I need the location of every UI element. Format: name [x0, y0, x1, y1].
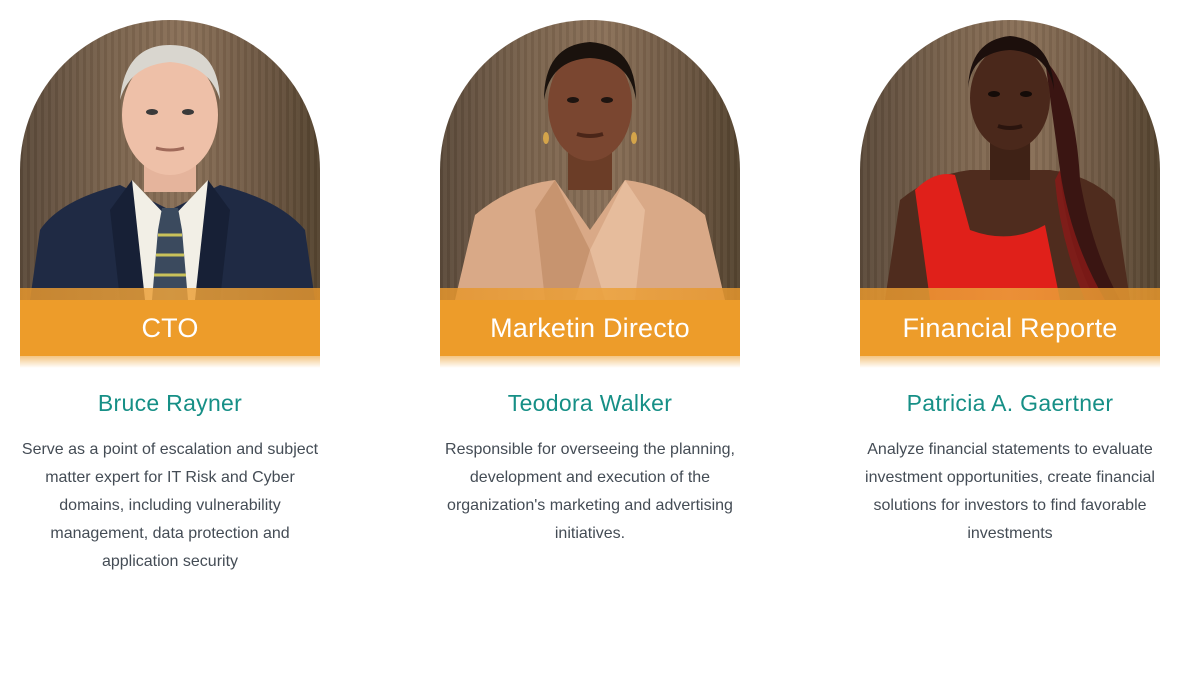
role-title: Marketin Directo: [440, 300, 740, 356]
role-title: Financial Reporte: [860, 300, 1160, 356]
person-name: Patricia A. Gaertner: [906, 390, 1114, 416]
role-banner: Marketin Directo: [440, 288, 740, 368]
portrait-photo: [20, 20, 320, 300]
person-bio: Serve as a point of escalation and subje…: [21, 441, 319, 570]
team-card-cto: CTO Bruce Rayner Serve as a point of esc…: [20, 20, 320, 570]
person-name: Teodora Walker: [507, 390, 673, 416]
role-title: CTO: [20, 300, 320, 356]
role-banner: CTO: [20, 288, 320, 368]
team-card-marketing: Marketin Directo Teodora Walker Responsi…: [440, 20, 740, 542]
team-section: CTO Bruce Rayner Serve as a point of esc…: [0, 0, 1180, 680]
role-banner: Financial Reporte: [860, 288, 1160, 368]
person-bio: Responsible for overseeing the planning,…: [445, 441, 735, 542]
portrait-photo: [440, 20, 740, 300]
team-card-finance: Financial Reporte Patricia A. Gaertner A…: [860, 20, 1160, 542]
portrait-photo: [860, 20, 1160, 300]
person-name: Bruce Rayner: [97, 390, 243, 416]
person-bio: Analyze financial statements to evaluate…: [865, 441, 1155, 542]
